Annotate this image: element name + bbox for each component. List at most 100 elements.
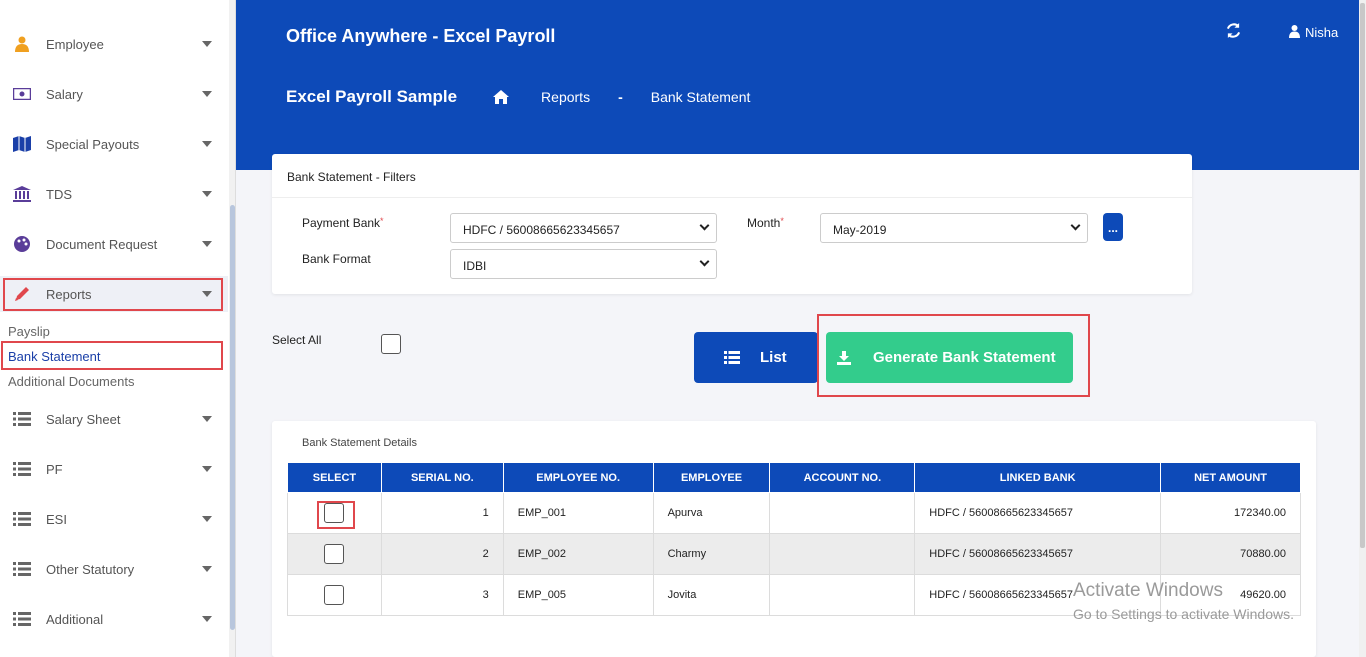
home-icon[interactable] (493, 90, 510, 104)
user-icon (1289, 25, 1300, 38)
bank-format-select[interactable]: IDBI (450, 249, 717, 279)
employee-cell: Charmy (652, 533, 771, 575)
sidebar-item-label: Special Payouts (46, 136, 140, 152)
watermark-line-2: Go to Settings to activate Windows. (1073, 606, 1294, 622)
month-select[interactable]: May-2019 (820, 213, 1088, 243)
row-checkbox[interactable] (324, 544, 345, 564)
select-cell (287, 574, 382, 616)
chevron-down-icon (202, 241, 212, 247)
serial-cell: 1 (380, 492, 504, 534)
payment-bank-value: HDFC / 56008665623345657 (463, 223, 620, 237)
bank-format-label: Bank Format (302, 252, 371, 266)
select-cell (287, 533, 382, 575)
more-options-button[interactable]: ... (1103, 213, 1123, 241)
filters-card: Bank Statement - Filters Payment Bank* H… (272, 154, 1192, 294)
account-cell (769, 574, 916, 616)
employee-no-cell: EMP_001 (502, 492, 654, 534)
sidebar-item-label: TDS (46, 186, 72, 202)
sub-item-additional-documents[interactable]: Additional Documents (8, 374, 134, 389)
window-scrollbar[interactable] (1359, 0, 1366, 657)
highlight-box-bank-statement (1, 341, 223, 370)
column-header-linked-bank: LINKED BANK (914, 462, 1162, 493)
breadcrumb-bank-statement: Bank Statement (650, 89, 751, 105)
breadcrumb-separator: - (618, 89, 623, 105)
user-menu[interactable]: Nisha (1289, 25, 1338, 40)
sidebar-item-special-payouts[interactable]: Special Payouts (0, 126, 228, 162)
windows-activation-watermark: Activate Windows Go to Settings to activ… (1073, 580, 1294, 622)
sidebar-item-label: Document Request (46, 236, 158, 252)
list-icon (13, 460, 31, 478)
payment-bank-label: Payment Bank* (302, 216, 384, 230)
bank-format-value: IDBI (463, 259, 487, 273)
list-button-label: List (760, 349, 787, 366)
employee-cell: Jovita (652, 574, 771, 616)
sidebar-item-esi[interactable]: ESI (0, 501, 228, 537)
sidebar-scroll-thumb[interactable] (230, 205, 235, 630)
highlight-box-row-checkbox (317, 501, 355, 529)
table-row: 2 EMP_002 Charmy HDFC / 5600866562334565… (287, 533, 1301, 575)
linked-bank-cell: HDFC / 56008665623345657 (914, 533, 1162, 575)
watermark-line-1: Activate Windows (1073, 580, 1223, 601)
list-icon (13, 510, 31, 528)
list-icon (13, 610, 31, 628)
select-all-label: Select All (272, 333, 322, 347)
user-icon (13, 35, 31, 53)
palette-icon (13, 235, 31, 253)
sidebar-item-pf[interactable]: PF (0, 451, 228, 487)
row-checkbox[interactable] (324, 585, 345, 605)
sub-item-payslip[interactable]: Payslip (8, 324, 50, 339)
linked-bank-cell: HDFC / 56008665623345657 (914, 492, 1162, 534)
user-name: Nisha (1305, 25, 1339, 40)
sidebar-item-label: PF (46, 461, 63, 477)
refresh-icon[interactable] (1226, 23, 1241, 41)
page-title: Excel Payroll Sample (286, 87, 458, 106)
app-title: Office Anywhere - Excel Payroll (286, 26, 556, 46)
serial-cell: 3 (380, 574, 504, 616)
sidebar-item-label: Additional (46, 611, 104, 627)
chevron-down-icon (202, 41, 212, 47)
chevron-down-icon (202, 191, 212, 197)
select-cell (287, 492, 382, 534)
chevron-down-icon (699, 220, 710, 231)
window-scroll-thumb[interactable] (1360, 3, 1365, 548)
breadcrumb: Excel Payroll Sample Reports - Bank Stat… (286, 87, 750, 107)
map-icon (13, 135, 31, 153)
chevron-down-icon (202, 566, 212, 572)
chevron-down-icon (202, 416, 212, 422)
list-button[interactable]: List (694, 332, 818, 383)
chevron-down-icon (202, 466, 212, 472)
employee-no-cell: EMP_002 (502, 533, 654, 575)
sidebar-item-label: Salary Sheet (46, 411, 121, 427)
breadcrumb-reports[interactable]: Reports (541, 89, 590, 105)
sidebar-item-label: Salary (46, 86, 83, 102)
column-header-employee-no: EMPLOYEE NO. (502, 462, 654, 493)
select-all-checkbox[interactable] (381, 334, 401, 354)
column-header-account: ACCOUNT NO. (769, 462, 916, 493)
chevron-down-icon (202, 516, 212, 522)
payment-bank-select[interactable]: HDFC / 56008665623345657 (450, 213, 717, 243)
sidebar-item-other-statutory[interactable]: Other Statutory (0, 551, 228, 587)
column-header-select: SELECT (287, 462, 382, 493)
month-label: Month* (747, 216, 784, 230)
sidebar-item-document-request[interactable]: Document Request (0, 226, 228, 262)
list-icon (13, 410, 31, 428)
month-value: May-2019 (833, 223, 887, 237)
account-cell (769, 533, 916, 575)
chevron-down-icon (202, 91, 212, 97)
sidebar-item-additional[interactable]: Additional (0, 601, 228, 637)
sidebar-item-label: Other Statutory (46, 561, 135, 577)
sidebar-item-label: ESI (46, 511, 67, 527)
account-cell (769, 492, 916, 534)
list-icon (13, 560, 31, 578)
sidebar-item-salary-sheet[interactable]: Salary Sheet (0, 401, 228, 437)
table-row: 1 EMP_001 Apurva HDFC / 5600866562334565… (287, 492, 1301, 534)
column-header-net-amount: NET AMOUNT (1160, 462, 1301, 493)
employee-cell: Apurva (652, 492, 771, 534)
chevron-down-icon (202, 141, 212, 147)
sidebar-item-tds[interactable]: TDS (0, 176, 228, 212)
table-header-row: SELECT SERIAL NO. EMPLOYEE NO. EMPLOYEE … (287, 462, 1301, 493)
sidebar-item-employee[interactable]: Employee (0, 26, 228, 62)
net-amount-cell: 70880.00 (1160, 533, 1301, 575)
sidebar-item-salary[interactable]: Salary (0, 76, 228, 112)
column-header-serial: SERIAL NO. (380, 462, 504, 493)
